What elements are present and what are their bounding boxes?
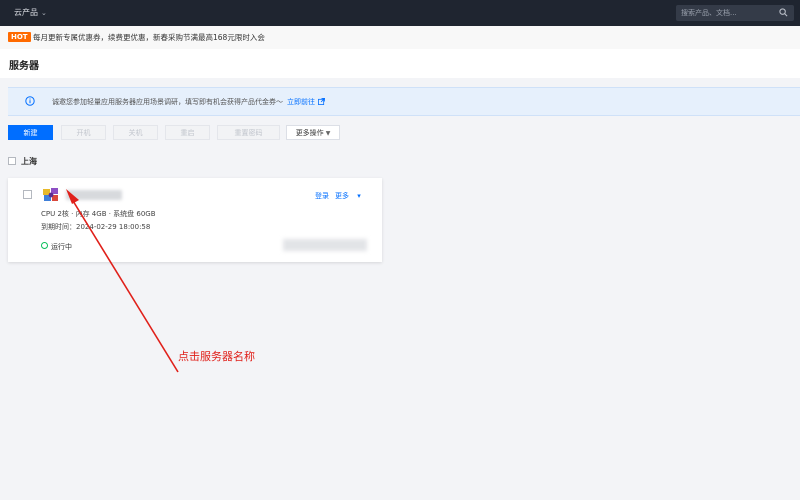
page-title: 服务器 <box>9 61 39 72</box>
expiry-label: 到期时间： <box>41 223 76 231</box>
search-input[interactable] <box>681 7 771 19</box>
promo-banner[interactable]: HOT 每月更新专属优惠券，续费更优惠，新春采购节满最高168元限时入会 <box>0 26 800 49</box>
info-icon <box>25 96 35 106</box>
expiry-value: 2024-02-29 18:00:58 <box>76 223 151 231</box>
server-expiry: 到期时间：2024-02-29 18:00:58 <box>41 222 150 232</box>
notice-text: 诚邀您参加轻量应用服务器应用场景调研，填写即有机会获得产品代金券～ <box>52 98 283 106</box>
login-link[interactable]: 登录 <box>315 192 329 200</box>
chevron-down-icon: ⌄ <box>41 9 47 17</box>
more-operations-dropdown[interactable]: 更多操作 ▼ <box>286 125 340 140</box>
more-dropdown[interactable]: 更多 ▾ <box>335 192 367 200</box>
stop-button[interactable]: 关机 <box>113 125 158 140</box>
new-button[interactable]: 新建 <box>8 125 53 140</box>
running-status-icon <box>41 242 48 249</box>
caret-down-icon: ▾ <box>357 192 361 200</box>
notice-link[interactable]: 立即前往 <box>287 98 315 106</box>
more-label: 更多 <box>335 192 349 200</box>
external-link-icon[interactable] <box>318 98 325 105</box>
region-label: 上海 <box>21 157 37 166</box>
promo-message[interactable]: 每月更新专属优惠券，续费更优惠，新春采购节满最高168元限时入会 <box>33 32 265 43</box>
search-box[interactable] <box>676 5 794 21</box>
page-header: 服务器 <box>0 49 800 78</box>
more-operations-label: 更多操作 <box>295 129 324 137</box>
start-button[interactable]: 开机 <box>61 125 106 140</box>
status-text: 运行中 <box>51 243 72 251</box>
region-checkbox[interactable] <box>8 157 16 165</box>
product-menu[interactable]: 云产品 ⌄ <box>14 7 47 18</box>
server-spec: CPU 2核 · 内存 4GB · 系统盘 60GB <box>41 210 156 218</box>
server-name-link[interactable] <box>66 190 122 200</box>
top-navigation-bar: 云产品 ⌄ <box>0 0 800 26</box>
server-checkbox[interactable] <box>23 190 32 199</box>
hot-badge: HOT <box>8 32 31 42</box>
restart-button[interactable]: 重启 <box>165 125 210 140</box>
server-os-icon <box>43 188 58 201</box>
server-actions: 登录 更多 ▾ <box>315 191 373 201</box>
product-menu-label: 云产品 <box>14 8 38 17</box>
annotation-text: 点击服务器名称 <box>178 350 255 363</box>
reset-password-button[interactable]: 重置密码 <box>217 125 280 140</box>
search-icon[interactable] <box>779 8 788 17</box>
server-card[interactable]: 登录 更多 ▾ CPU 2核 · 内存 4GB · 系统盘 60GB 到期时间：2… <box>8 178 382 262</box>
server-ip-blurred <box>283 239 367 251</box>
chevron-down-icon: ▼ <box>325 130 331 137</box>
survey-notice: 诚邀您参加轻量应用服务器应用场景调研，填写即有机会获得产品代金券～ 立即前往 <box>8 87 800 116</box>
server-status: 运行中 <box>41 242 72 252</box>
